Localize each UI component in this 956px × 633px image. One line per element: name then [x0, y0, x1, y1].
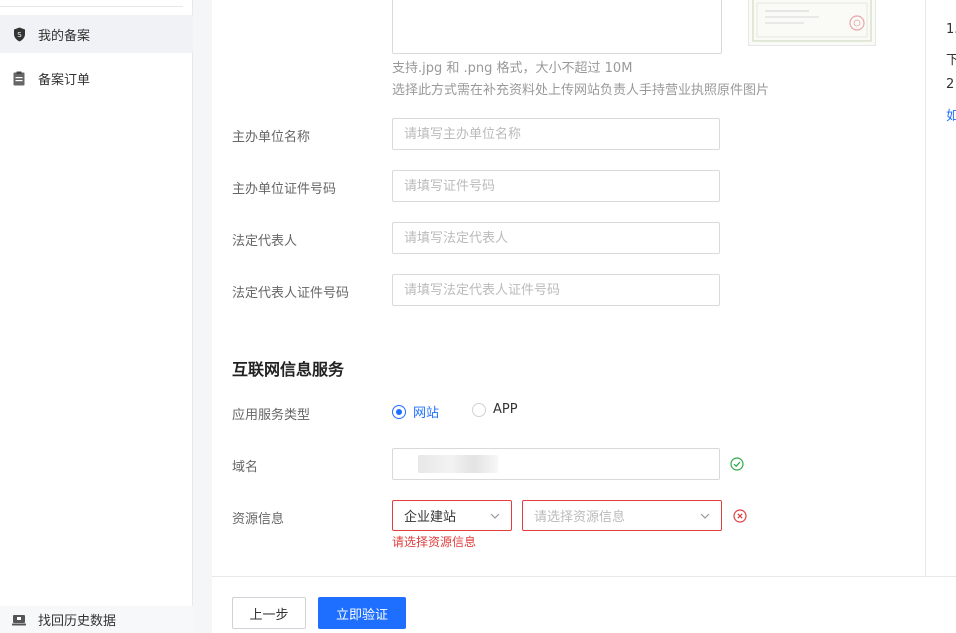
radio-label: 网站 [413, 406, 440, 421]
verify-now-button[interactable]: 立即验证 [318, 597, 406, 629]
shield-icon: S [12, 26, 26, 42]
history-icon [12, 612, 26, 628]
prev-step-button[interactable]: 上一步 [232, 597, 306, 629]
sidebar-item-filing-orders[interactable]: 备案订单 [0, 59, 193, 97]
radio-website[interactable]: 网站 [392, 402, 439, 421]
legal-rep-input[interactable] [392, 222, 720, 254]
resource-detail-select[interactable]: 请选择资源信息 [522, 500, 722, 531]
org-name-input[interactable] [392, 118, 720, 150]
svg-text:S: S [17, 31, 22, 39]
resource-type-select[interactable]: 企业建站 [392, 500, 512, 531]
license-upload-box[interactable] [392, 0, 722, 54]
sidebar-divider [0, 6, 183, 7]
resource-detail-placeholder: 请选择资源信息 [534, 510, 626, 525]
resource-type-value: 企业建站 [404, 510, 457, 525]
legal-rep-id-input[interactable] [392, 274, 720, 306]
sidebar: S 我的备案 备案订单 找回历史数据 [0, 0, 193, 633]
right-panel-text: 2 [946, 77, 955, 92]
radio-dot-checked [392, 404, 406, 419]
license-sample-image [748, 0, 876, 46]
org-id-input[interactable] [392, 170, 720, 202]
right-panel-divider [925, 0, 926, 576]
chevron-down-icon [490, 513, 500, 519]
footer-divider [212, 576, 956, 577]
domain-label: 域名 [232, 460, 259, 475]
upload-format-hint: 支持.jpg 和 .png 格式，大小不超过 10M [392, 61, 633, 76]
org-id-label: 主办单位证件号码 [232, 182, 337, 197]
resource-error-message: 请选择资源信息 [392, 535, 477, 549]
check-circle-icon [730, 457, 744, 471]
resource-label: 资源信息 [232, 512, 285, 527]
right-panel-text: 1. [946, 22, 956, 37]
chevron-down-icon [700, 513, 710, 519]
org-name-label: 主办单位名称 [232, 130, 311, 145]
sidebar-item-label: 我的备案 [38, 28, 91, 44]
radio-dot [472, 402, 486, 417]
sidebar-item-recover-history[interactable]: 找回历史数据 [0, 606, 193, 633]
radio-label: APP [493, 402, 518, 417]
right-panel-text: 下 [946, 53, 956, 68]
domain-redaction-mask [418, 455, 498, 473]
sidebar-item-label: 备案订单 [38, 72, 91, 88]
section-title-internet-service: 互联网信息服务 [232, 360, 345, 379]
error-circle-icon [733, 509, 747, 523]
sidebar-item-label: 找回历史数据 [38, 614, 117, 629]
radio-app[interactable]: APP [472, 402, 518, 417]
right-panel-link[interactable]: 如 [946, 105, 956, 124]
legal-rep-id-label: 法定代表人证件号码 [232, 286, 350, 301]
service-type-label: 应用服务类型 [232, 408, 311, 423]
sidebar-item-my-filing[interactable]: S 我的备案 [0, 15, 193, 53]
legal-rep-label: 法定代表人 [232, 234, 298, 249]
clipboard-icon [12, 70, 26, 86]
upload-note-hint: 选择此方式需在补充资料处上传网站负责人手持营业执照原件图片 [392, 83, 770, 98]
